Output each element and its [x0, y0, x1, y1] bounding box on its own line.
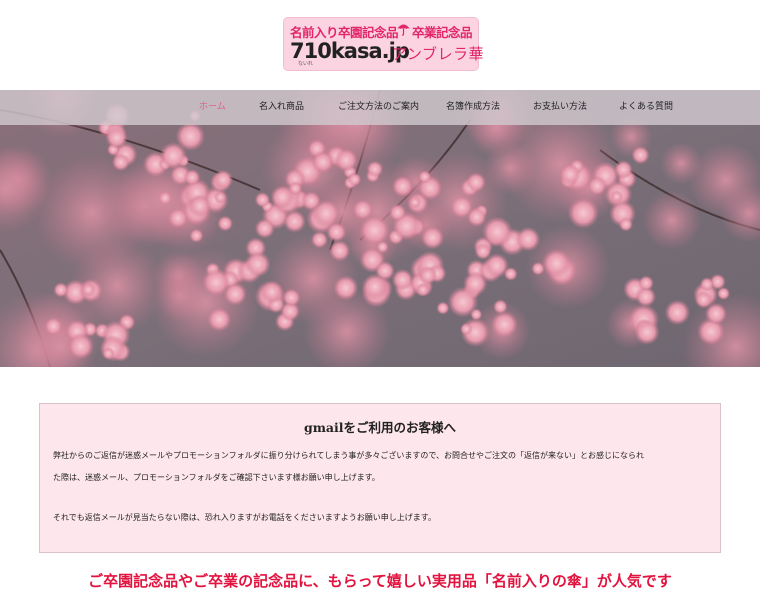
blossom-flower	[333, 275, 359, 301]
blossom-flower	[201, 268, 231, 297]
blossom-flower	[463, 271, 488, 296]
blossom-flower	[388, 203, 407, 222]
blossom-flower	[631, 145, 650, 165]
blossom-flower	[81, 282, 96, 297]
blossom-flower	[167, 207, 189, 229]
blossom-flower	[491, 310, 518, 338]
site-logo[interactable]: 名前入り卒園記念品 卒業記念品 710kasa.jp ないれ アンブレラ華	[283, 17, 483, 71]
blossom-flower	[310, 231, 329, 249]
blossom-blur	[660, 142, 703, 185]
hero-image	[0, 90, 760, 367]
nav-item-roster[interactable]: 名簿作成方法	[446, 90, 500, 125]
blossom-flower	[408, 196, 422, 209]
blossom-flower	[638, 275, 654, 291]
blossom-flower	[418, 266, 438, 285]
blossom-flower	[664, 299, 691, 326]
blossom-flower	[366, 160, 384, 178]
nav-item-faq[interactable]: よくある質問	[619, 90, 673, 125]
blossom-flower	[334, 148, 359, 172]
blossom-flower	[102, 347, 115, 360]
blossom-flower	[420, 225, 445, 250]
blossom-flower	[587, 176, 607, 196]
blossom-flower	[699, 277, 715, 292]
blossom-flower	[352, 199, 374, 221]
blossom-flower	[44, 317, 63, 336]
blossom-flower	[503, 267, 518, 281]
blossom-flower	[53, 282, 69, 298]
blossom-flower	[158, 191, 173, 205]
blossom-flower	[391, 175, 414, 198]
blossom-flower	[311, 150, 334, 174]
cherry-blossom-image	[0, 90, 760, 367]
nav-item-payment[interactable]: お支払い方法	[533, 90, 587, 125]
blossom-flower	[416, 282, 430, 297]
blossom-flower	[183, 169, 201, 186]
blossom-flower	[450, 195, 474, 219]
blossom-flower	[189, 228, 204, 243]
blossom-flower	[254, 218, 275, 239]
blossom-flower	[541, 248, 572, 279]
blossom-flower	[559, 163, 581, 186]
blossom-flower	[481, 216, 513, 248]
blossom-flower	[283, 210, 306, 233]
blossom-flower	[254, 191, 271, 208]
blossom-flower	[418, 170, 432, 184]
blossom-flower	[288, 181, 303, 196]
blossom-flower	[361, 273, 389, 300]
blossom-flower	[207, 307, 232, 332]
blossom-flower	[244, 251, 271, 278]
blossom-flower	[217, 215, 234, 232]
blossom-flower	[460, 322, 473, 336]
nav-item-home[interactable]: ホーム	[199, 90, 226, 125]
blossom-flower	[515, 226, 541, 252]
blossom-flower	[213, 191, 227, 204]
blossom-flower	[159, 142, 187, 170]
blossom-flower	[436, 301, 450, 315]
blossom-flower	[694, 290, 713, 309]
logo-brand-name: アンブレラ華	[392, 45, 484, 63]
blossom-flower	[282, 288, 301, 307]
blossom-flower	[111, 153, 130, 172]
page-tagline: ご卒園記念品やご卒業の記念品に、もらって嬉しい実用品「名前入りの傘」が人気です	[88, 572, 672, 590]
blossom-flower	[493, 299, 508, 315]
notice-title: gmailをご利用のお客様へ	[303, 420, 457, 435]
blossom-flower	[329, 240, 351, 262]
site-header: 名前入り卒園記念品 卒業記念品 710kasa.jp ないれ アンブレラ華	[0, 0, 760, 90]
blossom-flower	[466, 172, 486, 193]
blossom-flower	[376, 240, 389, 254]
blossom-blur	[642, 191, 702, 250]
logo-tagline-right: 卒業記念品	[412, 25, 473, 40]
logo-ruby: ないれ	[298, 61, 314, 67]
blossom-flower	[213, 169, 234, 190]
blossom-flower	[260, 280, 284, 304]
blossom-flower	[610, 190, 624, 203]
blossom-flower	[618, 217, 634, 232]
blossom-flower	[634, 319, 660, 345]
notice-text-line3: それでも返信メールが見当たらない際は、恐れ入りますがお電話をくださいますようお願…	[53, 513, 436, 522]
umbrella-icon	[397, 24, 410, 36]
nav-item-order-guide[interactable]: ご注文方法のご案内	[338, 90, 419, 125]
notice-text-line2: た際は、迷惑メール、プロモーションフォルダをご確認下さいます様お願い申し上げます…	[53, 473, 380, 482]
blossom-flower	[188, 194, 212, 218]
blossom-flower	[312, 199, 341, 228]
notice-text-line1: 弊社からのご返信が迷惑メールやプロモーションフォルダに振り分けられてしまう事が多…	[53, 451, 645, 460]
blossom-flower	[567, 197, 600, 229]
blossom-flower	[347, 172, 362, 187]
gmail-notice: gmailをご利用のお客様へ 弊社からのご返信が迷惑メールやプロモーションフォル…	[39, 403, 721, 553]
blossom-flower	[67, 332, 94, 360]
nav-item-products[interactable]: 名入れ商品	[259, 90, 304, 125]
blossom-flower	[105, 126, 128, 149]
main-nav: ホーム 名入れ商品 ご注文方法のご案内 名簿作成方法 お支払い方法 よくある質問	[0, 90, 760, 125]
